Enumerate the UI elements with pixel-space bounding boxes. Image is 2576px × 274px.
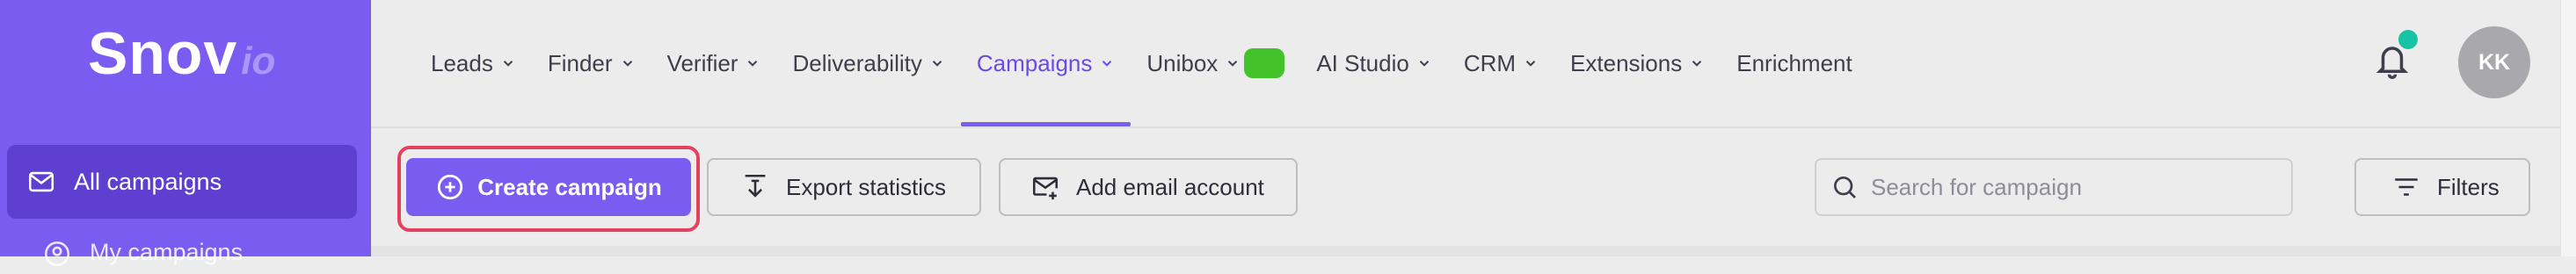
export-statistics-label: Export statistics	[786, 173, 947, 200]
plus-circle-icon	[435, 172, 465, 202]
logo-sub-text: io	[241, 40, 276, 83]
page-scrollbar[interactable]	[2560, 0, 2576, 256]
nav-item-label: Deliverability	[792, 49, 922, 76]
search-input[interactable]	[1869, 172, 2259, 202]
chevron-down-icon	[1416, 55, 1432, 71]
campaign-search[interactable]	[1815, 158, 2293, 216]
chevron-down-icon	[1099, 55, 1115, 71]
chevron-down-icon	[500, 55, 516, 71]
nav-item-label: Leads	[431, 49, 493, 76]
nav-item-leads[interactable]: Leads	[415, 0, 532, 126]
nav-item-label: AI Studio	[1316, 49, 1409, 76]
content-top-edge	[371, 246, 2560, 256]
sidebar: Snov io All campaigns My campaigns	[0, 0, 371, 267]
nav-item-label: Enrichment	[1736, 49, 1852, 76]
nav-item-ai-studio[interactable]: AI Studio	[1300, 0, 1448, 126]
nav-item-campaigns[interactable]: Campaigns	[960, 0, 1132, 126]
search-icon	[1830, 173, 1859, 201]
notification-dot	[2398, 30, 2418, 49]
sidebar-item-all-campaigns[interactable]: All campaigns	[7, 145, 357, 219]
nav-item-finder[interactable]: Finder	[532, 0, 651, 126]
export-download-icon	[740, 172, 770, 202]
nav-item-label: Verifier	[666, 49, 739, 76]
filters-button[interactable]: Filters	[2354, 158, 2530, 216]
nav-item-extensions[interactable]: Extensions	[1554, 0, 1721, 126]
sidebar-item-label: All campaigns	[74, 168, 222, 195]
chevron-down-icon	[1689, 55, 1705, 71]
export-statistics-button[interactable]: Export statistics	[707, 158, 981, 216]
add-email-account-label: Add email account	[1076, 173, 1264, 200]
nav-item-verifier[interactable]: Verifier	[651, 0, 777, 126]
sidebar-item-my-campaigns[interactable]: My campaigns	[7, 239, 357, 274]
filter-lines-icon	[2391, 172, 2421, 202]
campaigns-toolbar: Create campaign Export statistics Add em…	[371, 128, 2560, 246]
avatar[interactable]: KK	[2458, 26, 2530, 98]
create-campaign-label: Create campaign	[477, 173, 662, 200]
main-nav: Leads Finder Verifier Deliverability Cam…	[415, 0, 1868, 126]
nav-item-crm[interactable]: CRM	[1448, 0, 1554, 126]
add-email-account-button[interactable]: Add email account	[999, 158, 1298, 216]
snovio-logo[interactable]: Snov io	[88, 19, 275, 107]
chevron-down-icon	[620, 55, 636, 71]
chevron-down-icon	[1225, 55, 1241, 71]
mail-icon	[26, 167, 56, 197]
nav-item-label: Extensions	[1570, 49, 1683, 76]
nav-item-enrichment[interactable]: Enrichment	[1721, 0, 1868, 126]
nav-item-label: Campaigns	[976, 49, 1093, 76]
mail-plus-icon	[1030, 172, 1060, 202]
sidebar-item-label: My campaigns	[90, 239, 244, 265]
unibox-status-badge	[1244, 48, 1285, 78]
nav-item-label: CRM	[1463, 49, 1517, 76]
nav-item-label: Unibox	[1146, 49, 1219, 76]
top-navigation-bar: Leads Finder Verifier Deliverability Cam…	[371, 0, 2560, 128]
nav-item-unibox[interactable]: Unibox	[1131, 0, 1300, 126]
create-campaign-button[interactable]: Create campaign	[406, 158, 691, 216]
user-circle-icon	[42, 239, 72, 269]
chevron-down-icon	[1523, 55, 1539, 71]
logo-main-text: Snov	[88, 20, 238, 87]
chevron-down-icon	[745, 55, 760, 71]
nav-item-deliverability[interactable]: Deliverability	[776, 0, 960, 126]
chevron-down-icon	[929, 55, 945, 71]
nav-item-label: Finder	[547, 49, 613, 76]
filters-label: Filters	[2437, 173, 2500, 200]
avatar-initials: KK	[2478, 49, 2511, 75]
